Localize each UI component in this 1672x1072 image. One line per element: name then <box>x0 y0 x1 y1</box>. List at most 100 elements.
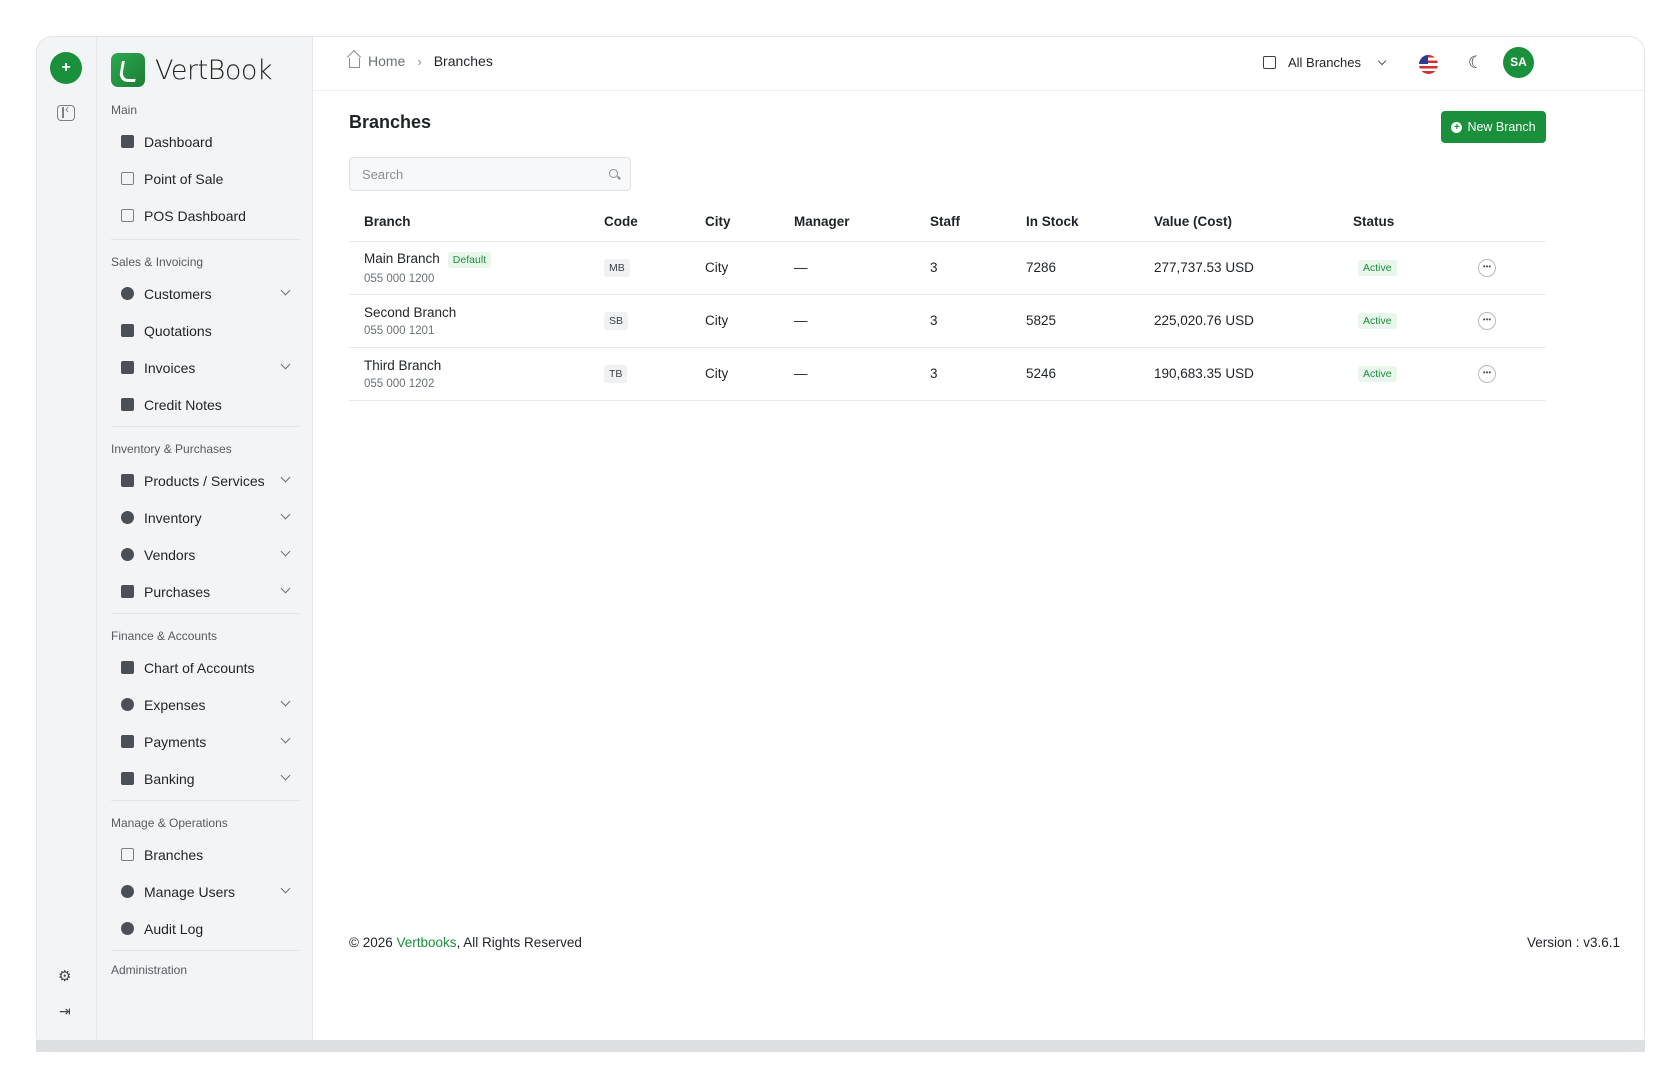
city-cell: City <box>705 241 794 295</box>
divider <box>111 239 299 240</box>
breadcrumb-current: Branches <box>433 53 493 69</box>
column-header[interactable]: Staff <box>930 203 1026 242</box>
divider <box>111 950 299 951</box>
sidebar-item-branches[interactable]: Branches <box>111 836 299 873</box>
sidebar-item-label: Dashboard <box>144 133 213 150</box>
sidebar-item-quotations[interactable]: Quotations <box>111 312 299 349</box>
users-icon <box>121 885 134 898</box>
status-cell: Active <box>1353 241 1468 295</box>
quick-add-button[interactable]: + <box>50 52 82 84</box>
search-input[interactable] <box>350 158 630 190</box>
table-row[interactable]: Main Branch Default 055 000 1200 MB City … <box>349 241 1546 295</box>
sidebar-item-manage-users[interactable]: Manage Users <box>111 873 299 910</box>
sidebar-item-dashboard[interactable]: Dashboard <box>111 123 299 160</box>
default-badge: Default <box>447 251 492 268</box>
sidebar-item-customers[interactable]: Customers <box>111 275 299 312</box>
breadcrumb-home[interactable]: Home <box>368 53 405 69</box>
more-options-icon[interactable]: ••• <box>1478 311 1496 330</box>
sidebar-item-point-of-sale[interactable]: Point of Sale <box>111 160 299 197</box>
sidebar-item-audit-log[interactable]: Audit Log <box>111 910 299 947</box>
value-cell: 225,020.76 USD <box>1154 294 1353 348</box>
search-box <box>349 157 631 191</box>
column-header[interactable]: Value (Cost) <box>1154 203 1353 242</box>
more-options-icon[interactable]: ••• <box>1478 364 1496 383</box>
chevron-down-icon <box>280 546 291 557</box>
chevron-down-icon <box>280 696 291 707</box>
sidebar-item-credit-notes[interactable]: Credit Notes <box>111 386 299 423</box>
in-stock-cell: 5825 <box>1026 294 1154 348</box>
column-header[interactable]: Manager <box>794 203 930 242</box>
sidebar-item-label: Customers <box>144 285 212 302</box>
branch-cell: Main Branch Default 055 000 1200 <box>349 241 604 295</box>
window-bottom-edge <box>36 1040 1645 1052</box>
sidebar-section-administration: Administration <box>111 963 299 983</box>
logout-icon[interactable]: ⇥ <box>59 1003 71 1020</box>
chevron-down-icon <box>280 472 291 483</box>
search-icon[interactable] <box>609 169 618 178</box>
sidebar-item-label: Vendors <box>144 546 196 563</box>
audit-icon <box>121 922 134 935</box>
settings-icon[interactable]: ⚙ <box>58 967 71 985</box>
payment-icon <box>121 735 134 748</box>
topbar: Home › Branches All Branches ☾ SA <box>313 37 1644 91</box>
column-header[interactable]: In Stock <box>1026 203 1154 242</box>
us-flag-icon[interactable] <box>1419 55 1438 74</box>
sidebar-section-manage: Manage & Operations Branches Manage User… <box>111 816 299 947</box>
code-cell: MB <box>604 241 705 295</box>
store-icon <box>1263 56 1276 69</box>
actions-cell: ••• <box>1468 294 1546 348</box>
main-content: Home › Branches All Branches ☾ SA Branch… <box>313 37 1644 1050</box>
sidebar-section-main: Main Dashboard Point of Sale POS Dashboa… <box>111 103 299 234</box>
section-title: Finance & Accounts <box>111 629 218 643</box>
sidebar-item-invoices[interactable]: Invoices <box>111 349 299 386</box>
sidebar-item-label: Audit Log <box>144 920 204 937</box>
logo[interactable]: VertBook <box>111 53 273 87</box>
expense-icon <box>121 698 134 711</box>
sidebar-item-vendors[interactable]: Vendors <box>111 536 299 573</box>
column-header[interactable]: Code <box>604 203 705 242</box>
table-row[interactable]: Third Branch 055 000 1202 TB City — 3 52… <box>349 347 1546 401</box>
new-branch-label: New Branch <box>1467 120 1536 134</box>
store-icon <box>121 848 134 861</box>
sidebar-item-label: Quotations <box>144 322 212 339</box>
sidebar-item-label: Banking <box>144 770 195 787</box>
sidebar-item-expenses[interactable]: Expenses <box>111 686 299 723</box>
sidebar-item-banking[interactable]: Banking <box>111 760 299 797</box>
sidebar-item-inventory[interactable]: Inventory <box>111 499 299 536</box>
sidebar-item-payments[interactable]: Payments <box>111 723 299 760</box>
column-header[interactable]: Branch <box>349 203 604 242</box>
dashboard-icon <box>121 135 134 148</box>
invoice-icon <box>121 361 134 374</box>
sidebar-item-products[interactable]: Products / Services <box>111 462 299 499</box>
sidebar-item-label: Expenses <box>144 696 206 713</box>
branch-name[interactable]: Second Branch <box>364 305 456 320</box>
divider <box>111 800 299 801</box>
column-header[interactable]: City <box>705 203 794 242</box>
column-header-actions <box>1468 203 1546 242</box>
avatar[interactable]: SA <box>1503 47 1534 78</box>
users-icon <box>121 287 134 300</box>
new-branch-button[interactable]: + New Branch <box>1441 111 1546 143</box>
sidebar-item-label: Purchases <box>144 583 211 600</box>
sidebar-section-sales: Sales & Invoicing Customers Quotations I… <box>111 255 299 423</box>
credit-note-icon <box>121 398 134 411</box>
status-cell: Active <box>1353 294 1468 348</box>
branch-selector[interactable]: All Branches <box>1263 55 1387 70</box>
sidebar-item-chart-of-accounts[interactable]: Chart of Accounts <box>111 649 299 686</box>
column-header[interactable]: Status <box>1353 203 1468 242</box>
sidebar-item-pos-dashboard[interactable]: POS Dashboard <box>111 197 299 234</box>
more-options-icon[interactable]: ••• <box>1478 258 1496 277</box>
sidebar-toggle-icon[interactable] <box>57 102 75 121</box>
footer-brand-link[interactable]: Vertbooks <box>396 935 456 950</box>
sidebar-section-inventory: Inventory & Purchases Products / Service… <box>111 442 299 610</box>
sidebar-item-purchases[interactable]: Purchases <box>111 573 299 610</box>
branch-name[interactable]: Third Branch <box>364 358 441 373</box>
branch-selector-label: All Branches <box>1288 55 1361 70</box>
chevron-down-icon <box>280 770 291 781</box>
branch-name[interactable]: Main Branch <box>364 251 440 266</box>
footer-copyright: © 2026 Vertbooks, All Rights Reserved <box>349 935 582 950</box>
icon-rail: + ⚙ ⇥ <box>37 37 97 1050</box>
table-row[interactable]: Second Branch 055 000 1201 SB City — 3 5… <box>349 294 1546 348</box>
store-icon <box>121 172 134 185</box>
moon-icon[interactable]: ☾ <box>1468 53 1483 73</box>
